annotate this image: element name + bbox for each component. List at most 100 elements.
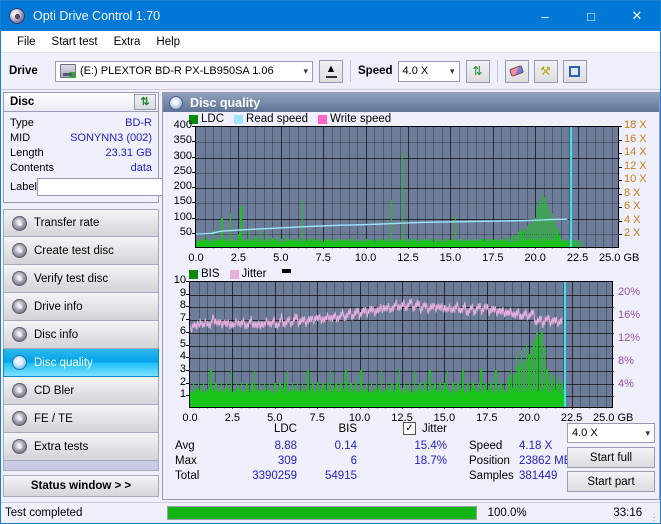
speed-select-value: 4.0 X [402, 65, 429, 77]
sidebar-item-extra-tests[interactable]: Extra tests [3, 433, 159, 461]
legend-entry-read-speed: Read speed [234, 113, 308, 125]
panel-header: Disc quality [163, 93, 659, 112]
y2-tick-label: 16% [618, 308, 641, 321]
disc-value-mid: SONYNN3 (002) [70, 131, 152, 144]
toolbar-divider-2 [496, 60, 498, 82]
y-tick [186, 344, 189, 346]
eject-button[interactable]: ▲ [319, 59, 343, 83]
y-tick [186, 306, 189, 308]
menu-start-test[interactable]: Start test [44, 34, 106, 50]
y-tick [186, 331, 189, 333]
y-tick-label: 50 [179, 225, 192, 238]
menu-file[interactable]: File [9, 34, 44, 50]
sidebar-item-create-test-disc[interactable]: Create test disc [3, 237, 159, 265]
test-speed-value: 4.0 X [572, 427, 598, 439]
resize-grip-icon[interactable]: ⋮ [648, 504, 660, 523]
x-tick-label: 0.0 [188, 252, 204, 264]
sidebar-item-label: CD Bler [34, 384, 75, 397]
x-tick-label: 12.5 [397, 252, 419, 264]
erase-button[interactable] [504, 59, 529, 83]
test-speed-select[interactable]: 4.0 X ▾ [567, 423, 655, 443]
legend-entry-ldc: LDC [189, 113, 224, 125]
y2-tick-label: 18 X [624, 119, 647, 131]
drive-toolbar: Drive (E:) PLEXTOR BD-R PX-LB950SA 1.06 … [1, 53, 660, 90]
disc-transfer-icon [12, 215, 27, 231]
y2-tick-label: 12 X [624, 159, 647, 172]
sidebar-item-label: Transfer rate [34, 217, 100, 229]
save-button[interactable] [562, 59, 587, 83]
jitter-checkbox[interactable]: ✓ [403, 422, 416, 435]
refresh-button[interactable]: ⇅ [465, 59, 490, 83]
disc-bler-icon [12, 383, 27, 398]
disc-key-length: Length [10, 146, 44, 159]
chevron-down-icon: ▾ [449, 65, 455, 76]
tools-button[interactable]: ⚒ [533, 59, 558, 83]
position-stat-label: Position [469, 455, 510, 467]
y2-tick [619, 207, 622, 209]
sidebar-item-disc-info[interactable]: Disc info [3, 321, 159, 349]
close-button[interactable]: ✕ [614, 1, 660, 31]
y-tick-label: 3 [179, 362, 186, 375]
stats-max-bis: 6 [350, 455, 357, 467]
disc-refresh-button[interactable]: ⇅ [134, 94, 156, 110]
minimize-button[interactable]: – [522, 1, 568, 31]
sidebar-item-label: Verify test disc [34, 272, 109, 285]
status-window-button[interactable]: Status window > > [3, 475, 159, 497]
maximize-button[interactable]: □ [568, 1, 614, 31]
disc-row-contents: Contents data [10, 160, 152, 175]
sidebar-item-cd-bler[interactable]: CD Bler [3, 377, 159, 405]
y-tick-label: 5 [179, 337, 186, 350]
y-tick [186, 293, 189, 295]
disc-verify-icon [12, 271, 27, 286]
sidebar-item-verify-test-disc[interactable]: Verify test disc [3, 265, 159, 293]
disc-info-body: Type BD-R MID SONYNN3 (002) Length 23.31… [3, 112, 238, 203]
legend-entry-write-speed: Write speed [318, 113, 391, 125]
menu-help[interactable]: Help [148, 34, 188, 50]
bis-plot-host: 1 2 3 4 5 6 7 8 9 10 4% 8% 12% 16% 20% [163, 274, 659, 412]
optical-drive-icon [60, 64, 76, 78]
app-disc-icon [9, 8, 25, 24]
legend-label-write-speed: Write speed [330, 113, 392, 125]
y-tick-label: 400 [173, 119, 192, 131]
y-tick [192, 126, 195, 127]
samples-stat-label: Samples [469, 470, 514, 482]
eject-icon: ▲ [325, 64, 337, 78]
title-bar: Opti Drive Control 1.70 – □ ✕ [1, 1, 660, 31]
y2-tick-label: 12% [618, 331, 641, 344]
tools-icon: ⚒ [540, 64, 551, 78]
left-panel: Disc ⇅ Type BD-R MID SONYNN3 (002) Lengt… [3, 92, 238, 500]
jitter-line [190, 298, 563, 333]
y2-tick-label: 16 X [624, 132, 647, 145]
sidebar-item-disc-quality[interactable]: Disc quality [3, 349, 159, 377]
bis-chart-legend: BIS Jitter [163, 267, 659, 281]
sidebar-item-drive-info[interactable]: Drive info [3, 293, 159, 321]
menu-extra[interactable]: Extra [106, 34, 149, 50]
legend-entry-jitter: Jitter [229, 268, 266, 280]
start-part-button[interactable]: Start part [567, 471, 655, 492]
y-tick [186, 357, 189, 359]
drive-select[interactable]: (E:) PLEXTOR BD-R PX-LB950SA 1.06 ▾ [55, 60, 313, 82]
disc-quality-panel: Disc quality LDC Read speed Write speed … [162, 92, 660, 500]
x-tick-label: 25.0 GB [599, 252, 640, 264]
stats-total-bis: 54915 [325, 470, 357, 482]
stats-col-ldc: LDC [273, 423, 297, 435]
legend-swatch-read-speed [234, 114, 244, 124]
sidebar-item-fe-te[interactable]: FE / TE [3, 405, 159, 433]
disc-quality-icon [169, 95, 183, 110]
sidebar-item-transfer-rate[interactable]: Transfer rate [3, 209, 159, 237]
y-tick-label: 1 [179, 388, 186, 401]
y-tick [192, 171, 195, 173]
disc-row-label: Label [10, 177, 238, 197]
disc-row-mid: MID SONYNN3 (002) [10, 130, 152, 145]
start-full-button[interactable]: Start full [567, 447, 655, 468]
speed-select[interactable]: 4.0 X ▾ [397, 60, 460, 82]
x-tick-label: 5.0 [273, 252, 289, 264]
y-tick [192, 202, 195, 204]
legend-label-bis: BIS [201, 268, 220, 280]
ldc-plot-area [195, 126, 620, 249]
refresh-icon: ⇅ [472, 64, 483, 78]
sidebar-item-label: Disc quality [34, 356, 93, 369]
y-tick [186, 395, 189, 397]
disc-value-type: BD-R [125, 116, 152, 129]
sidebar-item-label: Create test disc [34, 244, 114, 257]
